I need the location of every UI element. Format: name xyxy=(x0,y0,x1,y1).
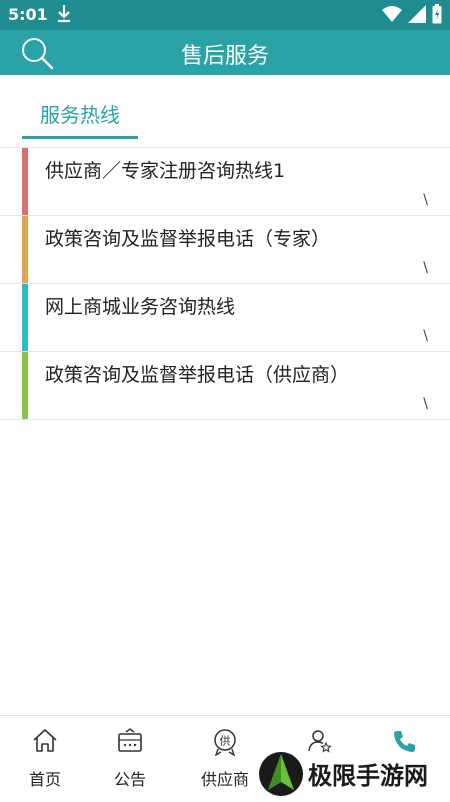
hotline-phone[interactable]: \ xyxy=(423,328,428,344)
hotline-label: 政策咨询及监督举报电话（专家） xyxy=(45,228,331,250)
nav-supplier[interactable]: 供 供应商 xyxy=(180,716,270,801)
hotline-phone[interactable]: \ xyxy=(423,260,428,276)
hotline-phone[interactable]: \ xyxy=(423,396,428,412)
tab-strip: 服务热线 xyxy=(0,75,450,147)
watermark: 极限手游网 xyxy=(258,748,450,800)
svg-text:供: 供 xyxy=(220,734,231,748)
hotline-phone[interactable]: \ xyxy=(423,192,428,208)
status-bar: 5:01 xyxy=(0,0,450,30)
list-item[interactable]: 政策咨询及监督举报电话（专家） \ xyxy=(0,216,450,284)
wifi-icon xyxy=(382,5,402,27)
download-icon xyxy=(56,3,72,27)
tab-label: 服务热线 xyxy=(40,103,120,127)
list-item[interactable]: 供应商／专家注册咨询热线1 \ xyxy=(0,148,450,216)
watermark-logo xyxy=(258,748,304,802)
watermark-text: 极限手游网 xyxy=(308,761,428,790)
hotline-label: 供应商／专家注册咨询热线1 xyxy=(45,160,286,182)
accent-bar xyxy=(22,216,28,283)
page-title: 售后服务 xyxy=(180,44,269,69)
home-icon xyxy=(0,728,90,756)
status-time: 5:01 xyxy=(8,5,48,24)
accent-bar xyxy=(22,284,28,351)
accent-bar xyxy=(22,352,28,419)
supplier-icon: 供 xyxy=(180,728,270,757)
app-bar: 售后服务 xyxy=(0,30,450,75)
announcement-icon xyxy=(85,728,175,756)
hotline-label: 政策咨询及监督举报电话（供应商） xyxy=(45,364,350,386)
signal-icon xyxy=(408,5,426,27)
accent-bar xyxy=(22,148,28,215)
nav-label: 首页 xyxy=(28,770,61,789)
list-item[interactable]: 网上商城业务咨询热线 \ xyxy=(0,284,450,352)
list-item[interactable]: 政策咨询及监督举报电话（供应商） \ xyxy=(0,352,450,420)
tab-service-hotline[interactable]: 服务热线 xyxy=(22,93,138,139)
nav-label: 供应商 xyxy=(200,770,249,789)
nav-home[interactable]: 首页 xyxy=(0,716,90,801)
hotline-label: 网上商城业务咨询热线 xyxy=(45,296,236,318)
status-icons xyxy=(382,4,442,28)
battery-icon xyxy=(432,4,442,28)
nav-announcement[interactable]: 公告 xyxy=(85,716,175,801)
hotline-list: 供应商／专家注册咨询热线1 \ 政策咨询及监督举报电话（专家） \ 网上商城业务… xyxy=(0,147,450,420)
nav-label: 公告 xyxy=(113,770,146,789)
